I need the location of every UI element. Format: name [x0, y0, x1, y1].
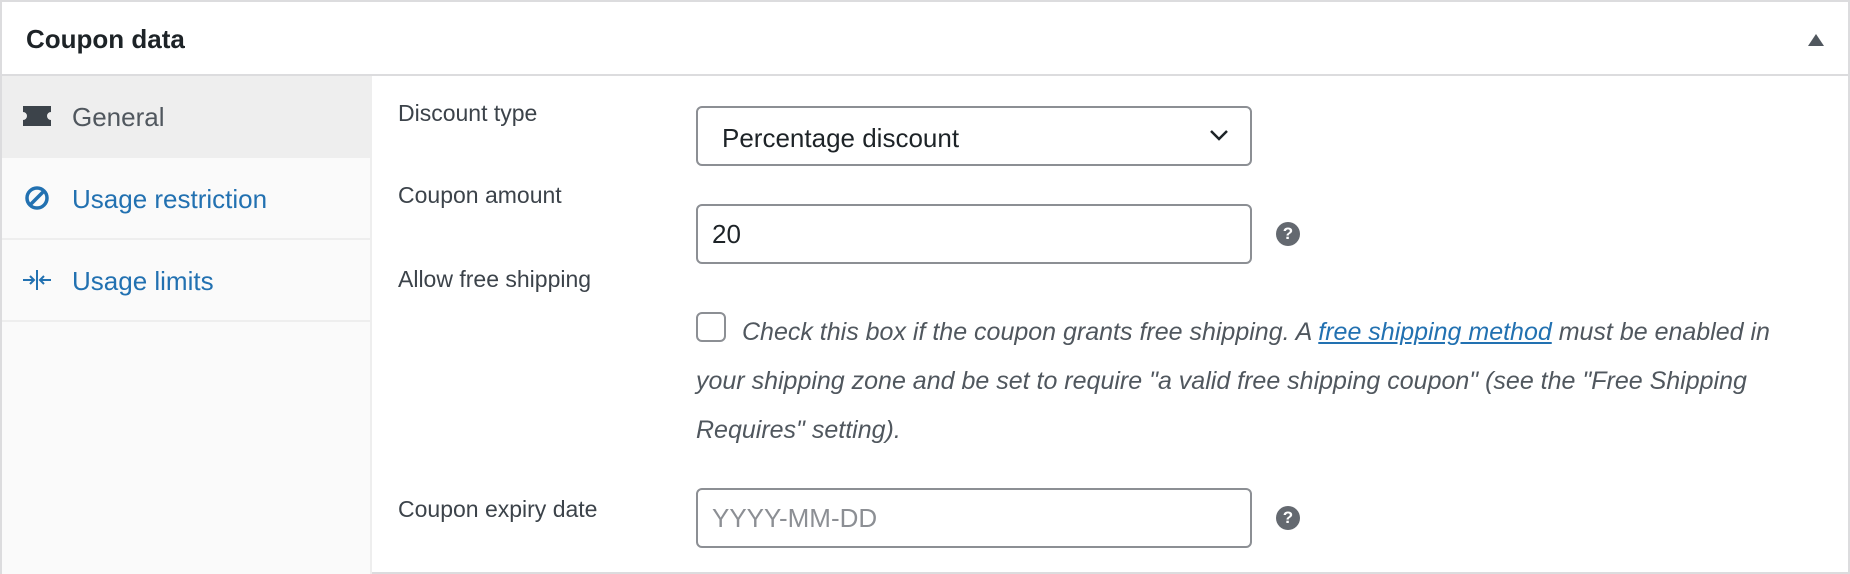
expiry-date-help-icon[interactable]: ? — [1276, 506, 1300, 530]
ticket-icon — [23, 106, 51, 126]
no-entry-icon — [25, 186, 49, 210]
expiry-date-input[interactable] — [696, 488, 1252, 548]
tab-usage-restriction-label: Usage restriction — [72, 184, 268, 214]
free-shipping-description: Check this box if the coupon grants free… — [696, 308, 1816, 455]
general-options: Discount type Percentage discount Coupon… — [374, 76, 1848, 574]
tab-general-label: General — [72, 102, 165, 132]
panel-header: Coupon data — [2, 2, 1848, 76]
free-shipping-text-before: Check this box if the coupon grants free… — [742, 318, 1319, 346]
chevron-down-icon — [1210, 130, 1228, 141]
tab-usage-limits[interactable]: Usage limits — [2, 240, 370, 322]
coupon-data-panel: Coupon data General Usage restriction Us… — [0, 0, 1850, 574]
discount-type-label: Discount type — [398, 100, 538, 126]
coupon-tabs-sidebar: General Usage restriction Usage limits — [2, 76, 372, 574]
discount-type-value: Percentage discount — [722, 123, 960, 153]
discount-type-select[interactable]: Percentage discount — [696, 106, 1252, 166]
tab-usage-limits-label: Usage limits — [72, 266, 214, 296]
coupon-amount-label: Coupon amount — [398, 182, 562, 208]
tab-general[interactable]: General — [2, 76, 370, 158]
tab-usage-restriction[interactable]: Usage restriction — [2, 158, 370, 240]
free-shipping-label: Allow free shipping — [398, 266, 592, 292]
limits-icon — [23, 270, 51, 290]
free-shipping-checkbox[interactable] — [696, 312, 726, 342]
collapse-toggle-icon[interactable] — [1808, 34, 1824, 46]
panel-title: Coupon data — [26, 24, 185, 54]
free-shipping-method-link[interactable]: free shipping method — [1318, 318, 1551, 346]
coupon-amount-help-icon[interactable]: ? — [1276, 222, 1300, 246]
expiry-date-label: Coupon expiry date — [398, 496, 598, 522]
coupon-amount-input[interactable] — [696, 204, 1252, 264]
